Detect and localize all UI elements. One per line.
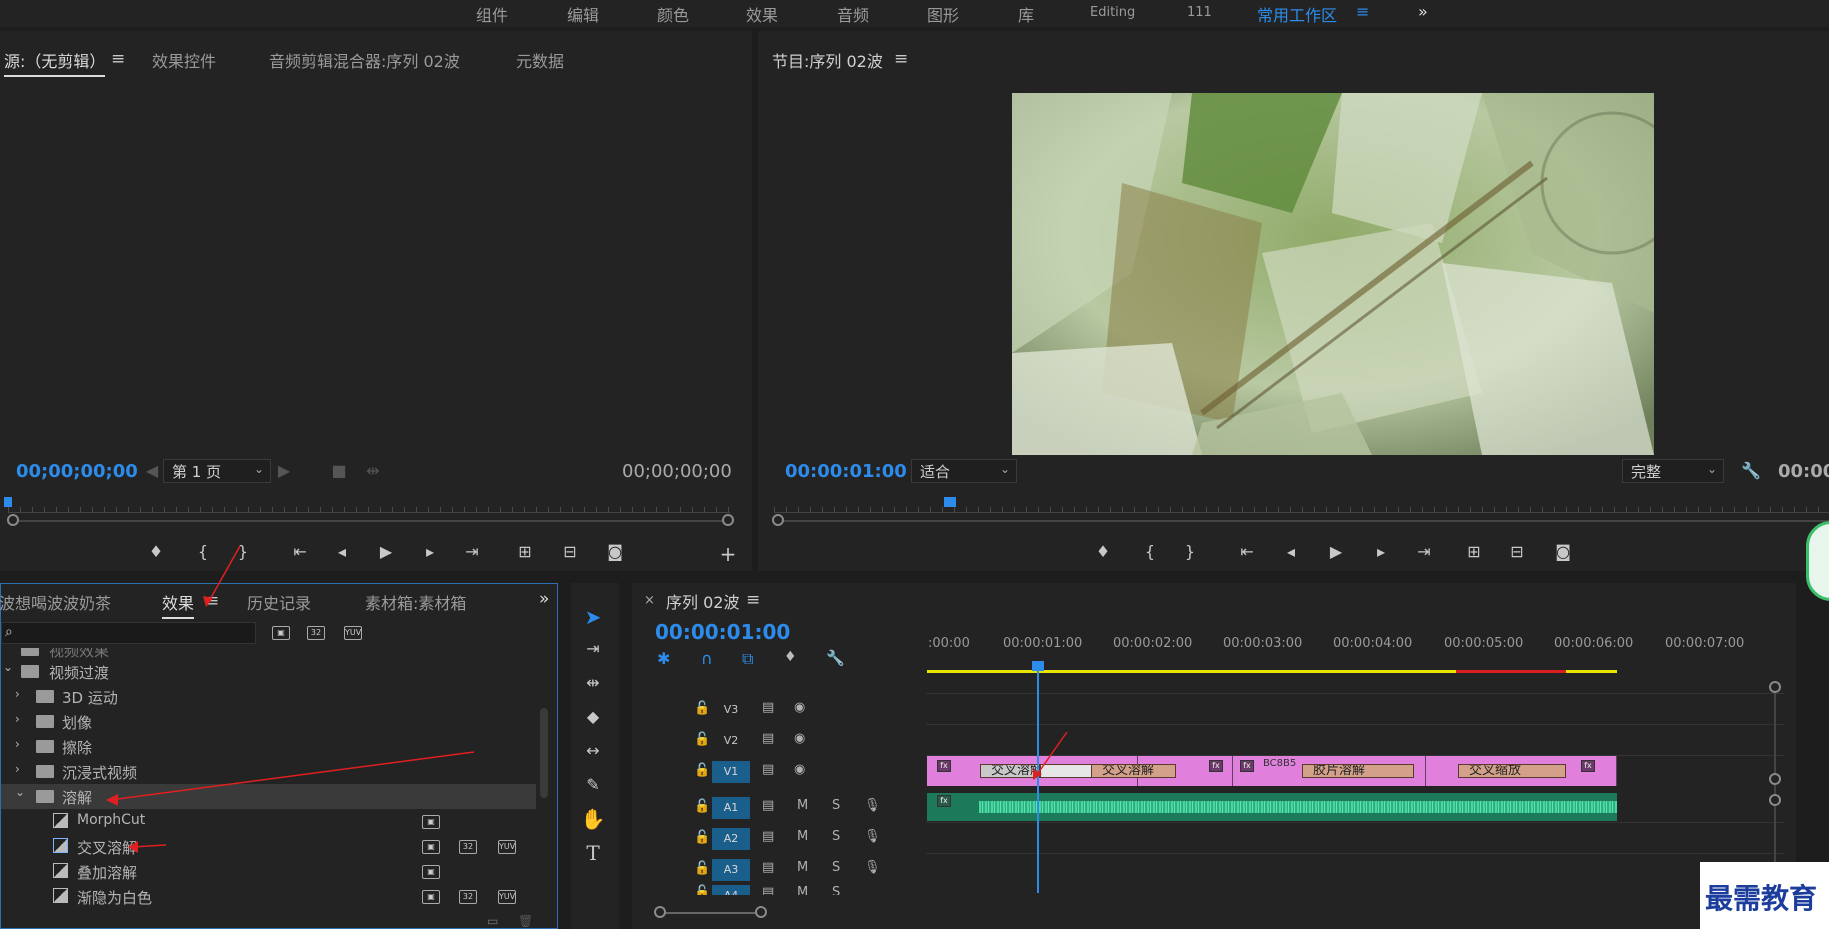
annotation-arrows (106, 545, 1068, 853)
watermark-text: 最需教育 (1705, 882, 1818, 915)
watermark-box: 最需教育 (1700, 862, 1829, 929)
